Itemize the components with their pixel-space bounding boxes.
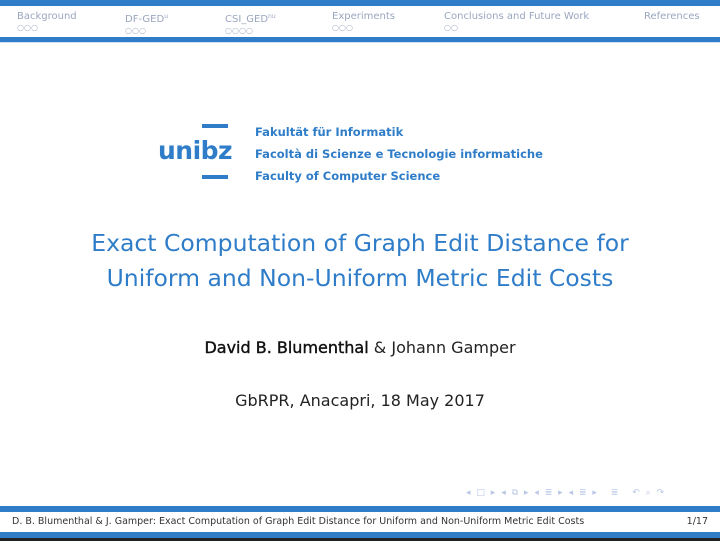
subsection-icon[interactable]: ⧉ (512, 488, 519, 498)
author-separator: & (368, 338, 392, 357)
title-line-2: Uniform and Non-Uniform Metric Edit Cost… (106, 264, 614, 292)
footer: D. B. Blumenthal & J. Gamper: Exact Comp… (0, 512, 720, 532)
faculty-names: Fakultät für Informatik Facoltà di Scien… (255, 121, 543, 187)
prev-subsection-icon[interactable]: ◂ (501, 488, 507, 498)
unibz-logo: unibz (158, 124, 233, 182)
nav-label: Background (17, 11, 77, 22)
logo-bar-bottom (202, 175, 228, 179)
nav-label: Conclusions and Future Work (444, 11, 590, 22)
section-navigation: Background ○○○ DF-GEDu ○○○ CSI_GEDnu ○○○… (0, 6, 720, 37)
section-icon[interactable]: ≣ (545, 488, 554, 498)
beamer-navigation-controls: ◂ □ ▸ ◂ ⧉ ▸ ◂ ≣ ▸ ◂ ≣ ▸ ≣ ↶ ⌕ ↷ (466, 488, 666, 498)
venue-date: GbRPR, Anacapri, 18 May 2017 (235, 391, 485, 410)
search-icon[interactable]: ⌕ (646, 488, 652, 498)
faculty-name-de: Fakultät für Informatik (255, 125, 404, 139)
prev-part-icon[interactable]: ◂ (569, 488, 575, 498)
forward-icon[interactable]: ↷ (657, 488, 666, 498)
author-presenting: David B. Blumenthal (204, 338, 369, 357)
nav-slide-dots[interactable]: ○○○ (125, 26, 168, 35)
nav-section-references[interactable]: References (644, 10, 700, 23)
nav-slide-dots[interactable]: ○○○ (332, 23, 395, 32)
faculty-name-it: Facoltà di Scienze e Tecnologie informat… (255, 147, 543, 161)
prev-frame-icon[interactable]: ◂ (466, 488, 472, 498)
next-part-icon[interactable]: ▸ (592, 488, 598, 498)
nav-label-sup: nu (268, 13, 276, 20)
nav-label: DF-GED (125, 14, 165, 25)
frame-icon[interactable]: □ (476, 488, 486, 498)
title-line-1: Exact Computation of Graph Edit Distance… (91, 229, 629, 257)
presentation-title: Exact Computation of Graph Edit Distance… (0, 226, 720, 296)
nav-slide-dots[interactable]: ○○ (444, 23, 589, 32)
footer-citation: D. B. Blumenthal & J. Gamper: Exact Comp… (12, 516, 585, 527)
nav-divider (0, 42, 720, 43)
next-section-icon[interactable]: ▸ (558, 488, 564, 498)
author-coauthor: Johann Gamper (391, 338, 516, 357)
nav-label-sup: u (164, 13, 169, 20)
faculty-name-en: Faculty of Computer Science (255, 169, 441, 183)
nav-label: References (644, 11, 700, 22)
prev-section-icon[interactable]: ◂ (534, 488, 540, 498)
next-subsection-icon[interactable]: ▸ (524, 488, 530, 498)
nav-section-conclusions[interactable]: Conclusions and Future Work ○○ (444, 10, 589, 32)
nav-label: Experiments (332, 11, 395, 22)
nav-label: CSI_GED (225, 14, 269, 25)
nav-slide-dots[interactable]: ○○○○ (225, 26, 276, 35)
logo-bar-top (202, 124, 228, 128)
nav-section-experiments[interactable]: Experiments ○○○ (332, 10, 395, 32)
nav-section-csi-ged[interactable]: CSI_GEDnu ○○○○ (225, 10, 276, 35)
part-icon[interactable]: ≣ (579, 488, 588, 498)
nav-section-background[interactable]: Background ○○○ (17, 10, 77, 32)
nav-slide-dots[interactable]: ○○○ (17, 23, 77, 32)
logo-wordmark: unibz (158, 136, 233, 165)
next-frame-icon[interactable]: ▸ (491, 488, 497, 498)
document-icon[interactable]: ≣ (611, 488, 620, 498)
authors: David B. Blumenthal & Johann Gamper (0, 338, 720, 357)
nav-section-df-ged[interactable]: DF-GEDu ○○○ (125, 10, 168, 35)
page-number: 1/17 (686, 516, 708, 527)
back-icon[interactable]: ↶ (632, 488, 641, 498)
